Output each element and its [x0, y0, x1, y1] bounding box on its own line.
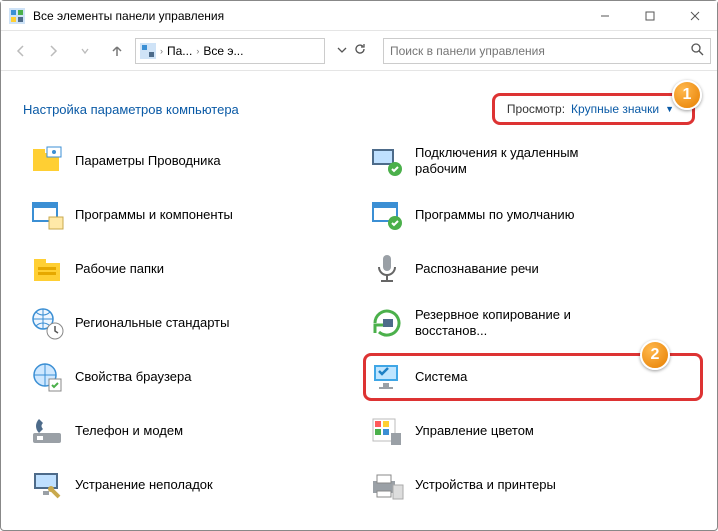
work-folders-icon — [29, 251, 65, 287]
item-regional-settings[interactable]: Региональные стандарты — [23, 299, 363, 347]
item-label: Резервное копирование и восстанов... — [415, 307, 625, 340]
up-button[interactable] — [103, 37, 131, 65]
item-explorer-options[interactable]: Параметры Проводника — [23, 137, 363, 185]
folder-options-icon — [29, 143, 65, 179]
control-panel-icon — [140, 43, 156, 59]
microphone-icon — [369, 251, 405, 287]
search-icon[interactable] — [690, 42, 704, 59]
view-selector[interactable]: Просмотр: Крупные значки ▼ 1 — [492, 93, 695, 125]
heading-row: Настройка параметров компьютера Просмотр… — [1, 71, 717, 133]
view-value[interactable]: Крупные значки — [571, 102, 659, 116]
page-title: Настройка параметров компьютера — [23, 102, 239, 117]
address-dropdown-icon[interactable] — [337, 44, 347, 58]
close-button[interactable] — [672, 1, 717, 31]
system-icon — [369, 359, 405, 395]
globe-clock-icon — [29, 305, 65, 341]
annotation-badge-2: 2 — [640, 340, 670, 370]
item-label: Устройства и принтеры — [415, 477, 556, 493]
item-default-programs[interactable]: Программы по умолчанию — [363, 191, 703, 239]
internet-options-icon — [29, 359, 65, 395]
chevron-right-icon: › — [160, 46, 163, 56]
back-button[interactable] — [7, 37, 35, 65]
item-phone-modem[interactable]: Телефон и модем — [23, 407, 363, 455]
annotation-badge-1: 1 — [672, 80, 702, 110]
history-dropdown-icon[interactable] — [71, 37, 99, 65]
item-label: Система — [415, 369, 467, 385]
item-devices-printers[interactable]: Устройства и принтеры — [363, 461, 703, 509]
item-speech-recognition[interactable]: Распознавание речи — [363, 245, 703, 293]
programs-icon — [29, 197, 65, 233]
devices-printers-icon — [369, 467, 405, 503]
minimize-button[interactable] — [582, 1, 627, 31]
items-grid: Параметры Проводника Подключения к удале… — [1, 133, 717, 519]
breadcrumb-2[interactable]: Все э... — [203, 44, 243, 58]
remote-desktop-icon — [369, 143, 405, 179]
item-label: Управление цветом — [415, 423, 534, 439]
color-management-icon — [369, 413, 405, 449]
item-remote-desktop[interactable]: Подключения к удаленным рабочим — [363, 137, 703, 185]
toolbar: › Па... › Все э... — [1, 31, 717, 71]
chevron-down-icon: ▼ — [665, 104, 674, 114]
phone-modem-icon — [29, 413, 65, 449]
item-system[interactable]: Система 2 — [363, 353, 703, 401]
refresh-button[interactable] — [353, 42, 367, 59]
item-work-folders[interactable]: Рабочие папки — [23, 245, 363, 293]
item-label: Телефон и модем — [75, 423, 183, 439]
item-label: Программы и компоненты — [75, 207, 233, 223]
search-box[interactable] — [383, 38, 711, 64]
view-label: Просмотр: — [507, 102, 565, 116]
search-input[interactable] — [390, 44, 690, 58]
item-label: Региональные стандарты — [75, 315, 229, 331]
item-internet-options[interactable]: Свойства браузера — [23, 353, 363, 401]
chevron-right-icon: › — [196, 46, 199, 56]
item-label: Параметры Проводника — [75, 153, 221, 169]
troubleshoot-icon — [29, 467, 65, 503]
window-buttons — [582, 1, 717, 31]
default-programs-icon — [369, 197, 405, 233]
backup-icon — [369, 305, 405, 341]
address-bar[interactable]: › Па... › Все э... — [135, 38, 325, 64]
item-label: Распознавание речи — [415, 261, 539, 277]
control-panel-icon — [9, 8, 25, 24]
item-programs-features[interactable]: Программы и компоненты — [23, 191, 363, 239]
item-label: Подключения к удаленным рабочим — [415, 145, 625, 178]
breadcrumb-1[interactable]: Па... — [167, 44, 192, 58]
forward-button[interactable] — [39, 37, 67, 65]
item-label: Свойства браузера — [75, 369, 191, 385]
item-label: Рабочие папки — [75, 261, 164, 277]
item-color-management[interactable]: Управление цветом — [363, 407, 703, 455]
item-troubleshooting[interactable]: Устранение неполадок — [23, 461, 363, 509]
item-label: Программы по умолчанию — [415, 207, 574, 223]
maximize-button[interactable] — [627, 1, 672, 31]
item-label: Устранение неполадок — [75, 477, 213, 493]
window-title: Все элементы панели управления — [33, 9, 224, 23]
titlebar: Все элементы панели управления — [1, 1, 717, 31]
